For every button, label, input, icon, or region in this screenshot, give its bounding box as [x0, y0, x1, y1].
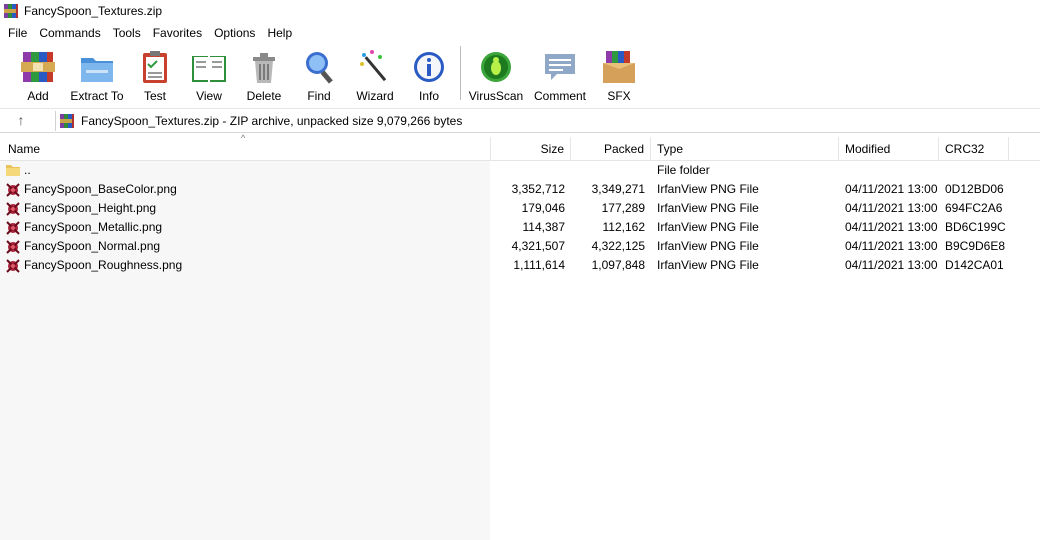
wizard-button[interactable]: Wizard — [346, 48, 404, 103]
irfanview-png-icon — [6, 202, 20, 216]
folder-icon — [6, 165, 20, 176]
virus-bug-icon — [481, 52, 511, 82]
find-button[interactable]: Find — [290, 48, 348, 103]
file-packed: 4,322,125 — [591, 239, 645, 253]
address-field[interactable]: FancySpoon_Textures.zip - ZIP archive, u… — [55, 111, 1040, 131]
file-modified: 04/11/2021 13:00 — [845, 239, 938, 253]
file-modified: 04/11/2021 13:00 — [845, 220, 938, 234]
irfanview-png-icon — [6, 259, 20, 273]
menu-bar: File Commands Tools Favorites Options He… — [0, 23, 1040, 43]
parent-folder-type: File folder — [657, 163, 710, 177]
comment-button[interactable]: Comment — [531, 48, 589, 103]
menu-help[interactable]: Help — [261, 23, 298, 43]
column-header-name[interactable]: Name — [0, 137, 491, 161]
address-text: FancySpoon_Textures.zip - ZIP archive, u… — [81, 114, 463, 128]
info-button[interactable]: Info — [400, 48, 458, 103]
file-crc32: BD6C199C — [945, 220, 1006, 234]
file-crc32: B9C9D6E8 — [945, 239, 1006, 253]
file-modified: 04/11/2021 13:00 — [845, 201, 938, 215]
extract-to-button[interactable]: Extract To — [67, 48, 127, 103]
table-row[interactable]: FancySpoon_Roughness.png 1,111,614 1,097… — [0, 256, 1040, 275]
open-book-icon — [192, 56, 226, 82]
info-icon — [414, 52, 444, 82]
column-header-type[interactable]: Type — [651, 137, 839, 161]
file-type: IrfanView PNG File — [657, 258, 759, 272]
test-button[interactable]: Test — [126, 48, 184, 103]
winrar-archive-icon — [59, 113, 75, 129]
file-name: FancySpoon_Height.png — [24, 201, 157, 215]
file-modified: 04/11/2021 13:00 — [845, 258, 938, 272]
window-title: FancySpoon_Textures.zip — [24, 4, 163, 18]
file-size: 4,321,507 — [511, 239, 565, 253]
menu-options[interactable]: Options — [208, 23, 261, 43]
sfx-button[interactable]: SFX — [590, 48, 648, 103]
winrar-archive-icon — [3, 3, 19, 19]
view-button[interactable]: View — [180, 48, 238, 103]
magic-wand-icon — [360, 50, 387, 82]
toolbar: Add Extract To Test View Delete Find Wiz… — [0, 44, 1040, 104]
file-name: FancySpoon_BaseColor.png — [24, 182, 177, 196]
table-row[interactable]: FancySpoon_BaseColor.png 3,352,712 3,349… — [0, 180, 1040, 199]
file-name: FancySpoon_Roughness.png — [24, 258, 183, 272]
column-header-packed[interactable]: Packed — [571, 137, 651, 161]
title-bar: FancySpoon_Textures.zip — [0, 0, 1040, 22]
file-modified: 04/11/2021 13:00 — [845, 182, 938, 196]
magnifier-icon — [306, 52, 333, 84]
up-arrow-icon[interactable]: ↑ — [10, 112, 32, 130]
table-row[interactable]: FancySpoon_Metallic.png 114,387 112,162 … — [0, 218, 1040, 237]
column-header-crc32[interactable]: CRC32 — [939, 137, 1009, 161]
trash-can-icon — [253, 53, 275, 83]
extract-folder-icon — [81, 58, 113, 82]
sfx-box-icon — [603, 51, 635, 83]
file-size: 1,111,614 — [513, 258, 565, 272]
delete-button[interactable]: Delete — [235, 48, 293, 103]
file-packed: 1,097,848 — [591, 258, 645, 272]
irfanview-png-icon — [6, 221, 20, 235]
menu-commands[interactable]: Commands — [33, 23, 106, 43]
column-header-size[interactable]: Size — [491, 137, 571, 161]
menu-favorites[interactable]: Favorites — [147, 23, 208, 43]
table-row[interactable]: FancySpoon_Normal.png 4,321,507 4,322,12… — [0, 237, 1040, 256]
add-button[interactable]: Add — [9, 48, 67, 103]
file-crc32: D142CA01 — [945, 258, 1004, 272]
parent-folder-row[interactable]: .. File folder — [0, 161, 1040, 180]
virusscan-button[interactable]: VirusScan — [468, 48, 524, 103]
file-crc32: 694FC2A6 — [945, 201, 1003, 215]
table-row[interactable]: FancySpoon_Height.png 179,046 177,289 Ir… — [0, 199, 1040, 218]
column-header-modified[interactable]: Modified — [839, 137, 939, 161]
file-type: IrfanView PNG File — [657, 220, 759, 234]
file-type: IrfanView PNG File — [657, 182, 759, 196]
file-type: IrfanView PNG File — [657, 239, 759, 253]
file-packed: 112,162 — [602, 220, 646, 234]
file-size: 114,387 — [522, 220, 566, 234]
file-crc32: 0D12BD06 — [945, 182, 1004, 196]
irfanview-png-icon — [6, 240, 20, 254]
file-name: FancySpoon_Normal.png — [24, 239, 161, 253]
file-name: FancySpoon_Metallic.png — [24, 220, 163, 234]
address-bar: ↑ FancySpoon_Textures.zip - ZIP archive,… — [0, 108, 1040, 133]
books-stack-icon — [21, 52, 55, 82]
file-size: 179,046 — [521, 201, 565, 215]
clipboard-check-icon — [143, 51, 167, 83]
file-type: IrfanView PNG File — [657, 201, 759, 215]
parent-folder-name: .. — [24, 163, 31, 177]
menu-tools[interactable]: Tools — [107, 23, 147, 43]
file-packed: 177,289 — [601, 201, 645, 215]
toolbar-separator — [460, 46, 461, 100]
file-size: 3,352,712 — [511, 182, 565, 196]
comment-bubble-icon — [545, 54, 575, 80]
file-packed: 3,349,271 — [591, 182, 645, 196]
irfanview-png-icon — [6, 183, 20, 197]
menu-file[interactable]: File — [2, 23, 33, 43]
column-headers: Name Size Packed Type Modified CRC32 — [0, 137, 1040, 161]
